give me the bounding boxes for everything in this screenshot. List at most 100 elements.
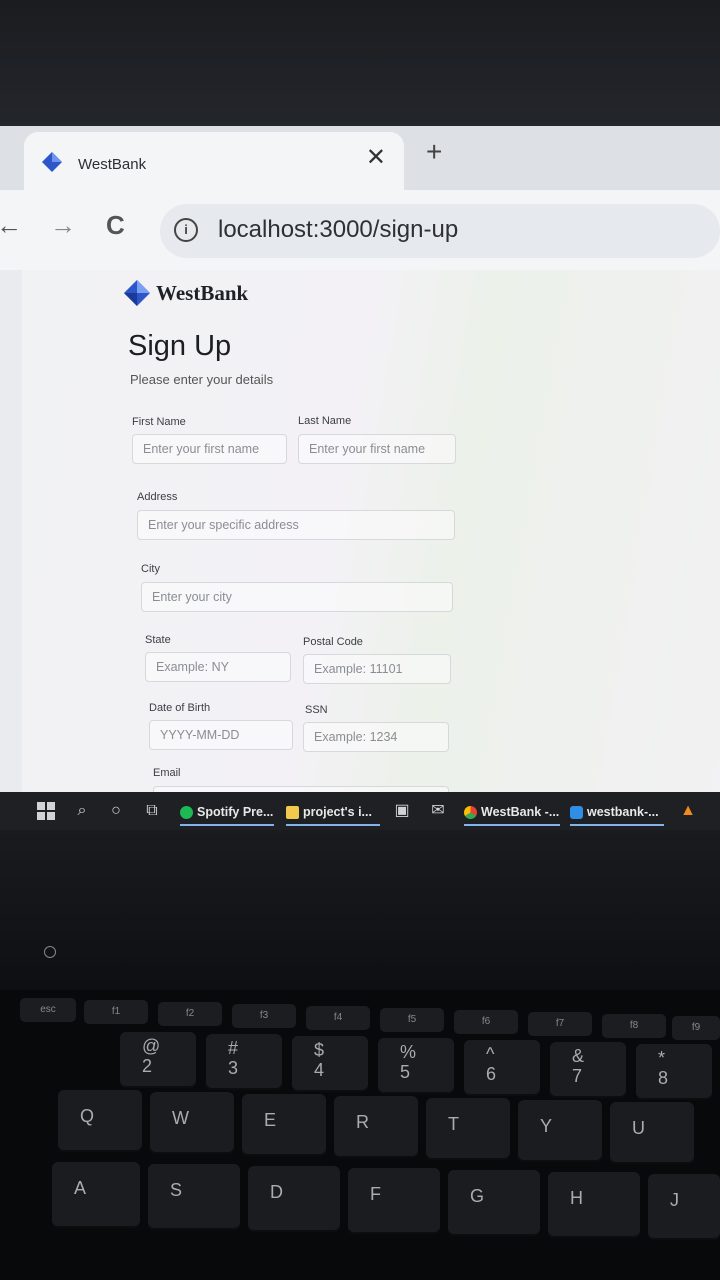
key-esc: esc (20, 998, 76, 1022)
windows-start-icon[interactable] (36, 801, 56, 821)
key-5: % 5 (378, 1038, 454, 1094)
browser-tab-westbank[interactable]: WestBank ✕ (24, 132, 404, 190)
background-dark (0, 0, 720, 128)
mail-icon[interactable]: ✉ (428, 801, 448, 821)
key-8: * 8 (636, 1044, 712, 1100)
cortana-icon[interactable]: ○ (106, 801, 126, 821)
key-y: Y (518, 1100, 602, 1162)
taskbar-app-label: westbank-... (587, 805, 659, 819)
signup-page: WestBank Sign Up Please enter your detai… (22, 270, 720, 816)
state-input[interactable] (146, 653, 290, 681)
key-w: W (150, 1092, 234, 1154)
city-input[interactable] (142, 583, 452, 611)
chrome-icon (464, 805, 477, 819)
key-a: A (52, 1162, 140, 1228)
taskbar-app-spotify[interactable]: Spotify Pre... (180, 798, 274, 826)
laptop-bezel (0, 830, 720, 1000)
key-d: D (248, 1166, 340, 1232)
search-icon[interactable]: ⌕ (72, 801, 92, 821)
url-text: localhost:3000/sign-up (218, 216, 459, 243)
key-2: @2 (120, 1032, 196, 1088)
ssn-label: SSN (305, 704, 328, 716)
back-icon[interactable]: ← (0, 212, 22, 238)
key-g: G (448, 1170, 540, 1236)
folder-icon (286, 805, 299, 819)
windows-taskbar: ⌕ ○ ⧉ Spotify Pre... project's i... ▣ ✉ … (0, 792, 720, 830)
dob-label: Date of Birth (149, 702, 211, 714)
postal-code-input[interactable] (304, 655, 450, 683)
key-q: Q (58, 1090, 142, 1152)
first-name-label: First Name (132, 416, 186, 428)
ssn-input[interactable] (304, 723, 448, 751)
forward-icon[interactable]: → (50, 212, 76, 238)
taskbar-app-chrome[interactable]: WestBank -... (464, 798, 560, 826)
key-3: #3 (206, 1034, 282, 1090)
state-field[interactable] (145, 652, 291, 682)
last-name-label: Last Name (298, 415, 352, 427)
taskbar-app-folder[interactable]: project's i... (286, 798, 380, 826)
page-subtitle: Please enter your details (130, 372, 274, 387)
taskbar-app-label: Spotify Pre... (197, 805, 274, 819)
laptop-screen: WestBank ✕ + ← → C i localhost:3000/sign… (0, 126, 720, 816)
vscode-icon (570, 805, 583, 819)
power-icon (44, 946, 56, 958)
key-j: J (648, 1174, 720, 1240)
tab-title: WestBank (78, 156, 147, 173)
first-name-field[interactable] (132, 434, 287, 464)
brand-logo[interactable]: WestBank (124, 280, 248, 306)
postal-code-field[interactable] (303, 654, 451, 684)
address-bar[interactable]: i localhost:3000/sign-up (160, 204, 720, 258)
taskbar-app-vscode[interactable]: westbank-... (570, 798, 664, 826)
tab-strip: WestBank ✕ + (0, 126, 720, 190)
address-input[interactable] (138, 511, 454, 539)
key-f2: f2 (158, 1002, 222, 1026)
spotify-icon (180, 805, 193, 819)
brand-name: WestBank (156, 280, 249, 305)
key-s: S (148, 1164, 240, 1230)
taskbar-app-label: WestBank -... (481, 805, 560, 819)
last-name-input[interactable] (299, 435, 455, 463)
key-f6: f6 (454, 1010, 518, 1034)
key-f9: f9 (672, 1016, 720, 1040)
key-f7: f7 (528, 1012, 592, 1036)
taskbar-app-label: project's i... (303, 805, 372, 819)
close-tab-icon[interactable]: ✕ (366, 146, 386, 170)
postal-code-label: Postal Code (303, 636, 363, 648)
vlc-icon[interactable]: ▲ (678, 801, 698, 821)
keyboard: esc f1 f2 f3 f4 f5 f6 f7 f8 f9 @2 #3 $4 … (0, 990, 720, 1280)
site-info-icon[interactable]: i (174, 218, 198, 242)
ssn-field[interactable] (303, 722, 449, 752)
city-field[interactable] (141, 582, 453, 612)
key-6: ^ 6 (464, 1040, 540, 1096)
key-4: $4 (292, 1036, 368, 1092)
key-f8: f8 (602, 1014, 666, 1038)
westbank-logo-icon (42, 152, 62, 172)
key-u: U (610, 1102, 694, 1164)
key-e: E (242, 1094, 326, 1156)
address-label: Address (137, 491, 178, 503)
last-name-field[interactable] (298, 434, 456, 464)
task-view-icon[interactable]: ⧉ (142, 801, 162, 821)
key-7: & 7 (550, 1042, 626, 1098)
page-title: Sign Up (128, 330, 232, 362)
reload-icon[interactable]: C (106, 212, 125, 238)
key-f3: f3 (232, 1004, 296, 1028)
browser-toolbar: ← → C i localhost:3000/sign-up (0, 190, 720, 270)
westbank-logo-icon (124, 280, 150, 306)
city-label: City (141, 563, 160, 575)
key-h: H (548, 1172, 640, 1238)
dob-input[interactable] (150, 721, 292, 749)
key-f1: f1 (84, 1000, 148, 1024)
first-name-input[interactable] (133, 435, 286, 463)
new-tab-button[interactable]: + (426, 138, 442, 166)
key-f: F (348, 1168, 440, 1234)
dob-field[interactable] (149, 720, 293, 750)
key-f5: f5 (380, 1008, 444, 1032)
key-f4: f4 (306, 1006, 370, 1030)
address-field[interactable] (137, 510, 455, 540)
key-t: T (426, 1098, 510, 1160)
email-label: Email (153, 767, 181, 779)
key-r: R (334, 1096, 418, 1158)
store-icon[interactable]: ▣ (392, 801, 412, 821)
state-label: State (145, 634, 171, 646)
